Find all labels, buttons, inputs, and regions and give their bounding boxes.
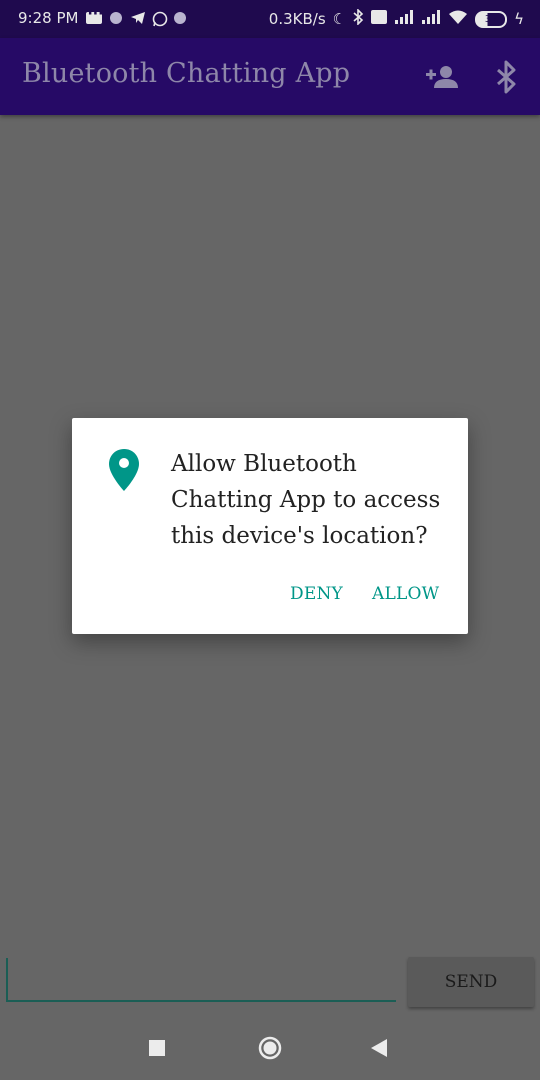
volte-icon bbox=[371, 10, 388, 28]
whatsapp-icon bbox=[152, 11, 168, 27]
home-icon[interactable] bbox=[258, 1036, 282, 1060]
back-icon[interactable] bbox=[370, 1038, 388, 1058]
telegram-icon bbox=[130, 11, 146, 25]
status-right: 0.3KB/s ☾ 37 ϟ bbox=[262, 8, 524, 29]
navigation-bar bbox=[0, 1010, 540, 1080]
message-notification-icon bbox=[86, 6, 103, 24]
wifi-icon bbox=[448, 9, 468, 29]
location-pin-icon bbox=[109, 449, 139, 491]
status-time: 9:28 PM bbox=[18, 9, 79, 27]
app-title: Bluetooth Chatting App bbox=[22, 58, 351, 89]
permission-message: Allow Bluetooth Chatting App to access t… bbox=[171, 451, 441, 549]
allow-button[interactable]: ALLOW bbox=[372, 584, 439, 604]
notification-dot-icon bbox=[174, 12, 187, 24]
battery-icon: 37 bbox=[475, 10, 508, 28]
signal-icon-2 bbox=[421, 10, 441, 28]
message-input[interactable] bbox=[6, 958, 396, 1002]
send-button[interactable]: SEND bbox=[408, 957, 534, 1007]
do-not-disturb-icon: ☾ bbox=[332, 10, 347, 28]
charging-icon: ϟ bbox=[514, 10, 524, 28]
bluetooth-status-icon bbox=[353, 8, 364, 29]
status-bar: 9:28 PM 0.3KB/s ☾ 37 ϟ bbox=[0, 0, 540, 38]
deny-button[interactable]: DENY bbox=[290, 584, 343, 604]
signal-icon bbox=[394, 10, 414, 28]
add-user-icon[interactable] bbox=[424, 64, 460, 90]
network-speed: 0.3KB/s bbox=[268, 10, 326, 28]
bluetooth-icon[interactable] bbox=[494, 60, 518, 94]
app-bar: Bluetooth Chatting App bbox=[0, 38, 540, 115]
recent-apps-icon[interactable] bbox=[149, 1040, 165, 1056]
permission-dialog: Allow Bluetooth Chatting App to access t… bbox=[72, 418, 468, 634]
status-left: 9:28 PM bbox=[18, 6, 194, 27]
notification-dot-icon bbox=[110, 12, 123, 24]
